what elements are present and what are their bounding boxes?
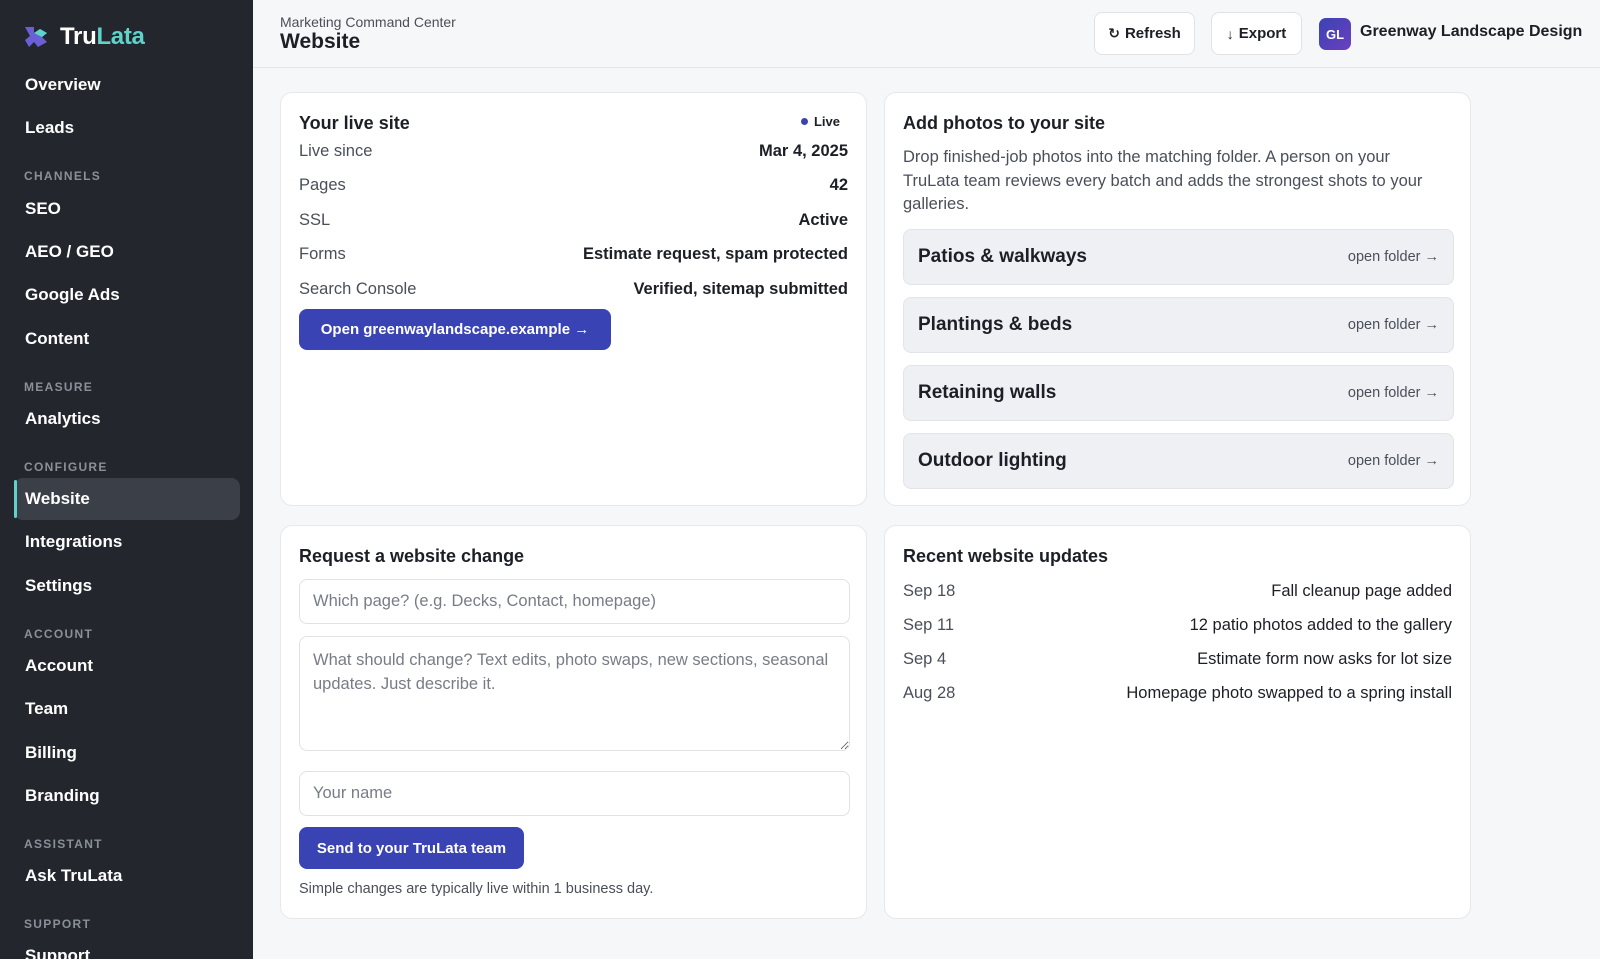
folder-name: Retaining walls (918, 382, 1057, 403)
request-change-card: Request a website change Send to your Tr… (280, 525, 867, 919)
pages-value: 42 (829, 175, 848, 194)
folder-retaining-walls[interactable]: Retaining walls open folder → (903, 365, 1454, 421)
update-text: Fall cleanup page added (1271, 581, 1452, 600)
page-input[interactable] (299, 579, 850, 624)
change-textarea[interactable] (299, 636, 850, 751)
open-folder-link[interactable]: open folder → (1348, 317, 1439, 333)
live-since-row: Live since Mar 4, 2025 (299, 139, 848, 163)
add-photos-description: Drop finished-job photos into the matchi… (903, 148, 1423, 213)
search-console-value: Verified, sitemap submitted (633, 279, 848, 298)
recent-updates-title: Recent website updates (903, 546, 1109, 566)
sidebar-section-assistant: ASSISTANT (24, 837, 103, 851)
breadcrumb: Marketing Command Center (280, 14, 456, 30)
sidebar-item-analytics[interactable]: Analytics (14, 398, 240, 440)
name-input[interactable] (299, 771, 850, 816)
sidebar-item-ask-trulata[interactable]: Ask TruLata (14, 855, 240, 897)
refresh-label: Refresh (1124, 25, 1181, 42)
sidebar-item-website[interactable]: Website (14, 478, 240, 520)
sidebar-item-integrations[interactable]: Integrations (14, 521, 240, 563)
ssl-value: Active (798, 210, 848, 229)
recent-updates-card: Recent website updates Sep 18 Fall clean… (884, 525, 1471, 919)
folder-name: Plantings & beds (918, 314, 1073, 335)
live-since-label: Live since (299, 141, 373, 160)
sidebar-item-overview[interactable]: Overview (14, 64, 240, 106)
open-folder-link[interactable]: open folder → (1348, 453, 1439, 469)
sidebar: TruLata Overview Leads CHANNELS SEO AEO … (0, 0, 253, 959)
sidebar-section-support: SUPPORT (24, 917, 92, 931)
sidebar-item-aeo-geo[interactable]: AEO / GEO (14, 231, 240, 273)
org-name[interactable]: Greenway Landscape Design (1360, 23, 1582, 41)
sidebar-item-team[interactable]: Team (14, 688, 240, 730)
list-item: Sep 11 12 patio photos added to the gall… (903, 613, 1452, 637)
live-dot-icon (800, 118, 808, 125)
ssl-label: SSL (299, 210, 331, 229)
status-badge: Live (800, 114, 840, 129)
sidebar-section-account: ACCOUNT (24, 627, 94, 641)
page-title: Website (280, 30, 361, 53)
sidebar-item-branding[interactable]: Branding (14, 775, 240, 817)
sidebar-section-measure: MEASURE (24, 380, 94, 394)
refresh-button[interactable]: ↻ Refresh (1094, 12, 1195, 55)
sidebar-item-content[interactable]: Content (14, 318, 240, 360)
avatar[interactable]: GL (1319, 18, 1351, 50)
search-console-label: Search Console (299, 279, 417, 298)
sidebar-item-account[interactable]: Account (14, 645, 240, 687)
open-folder-link[interactable]: open folder → (1348, 249, 1439, 265)
brand-name-part1: Tru (60, 23, 97, 50)
update-date: Aug 28 (903, 683, 956, 702)
list-item: Sep 4 Estimate form now asks for lot siz… (903, 647, 1452, 671)
sidebar-item-support[interactable]: Support (14, 935, 240, 959)
sidebar-section-configure: CONFIGURE (24, 460, 108, 474)
update-date: Sep 11 (903, 615, 955, 634)
pages-row: Pages 42 (299, 173, 848, 197)
refresh-icon: ↻ (1108, 25, 1120, 41)
status-badge-label: Live (813, 114, 840, 129)
pages-label: Pages (299, 175, 346, 194)
search-console-row: Search Console Verified, sitemap submitt… (299, 277, 848, 301)
update-date: Sep 18 (903, 581, 956, 600)
download-icon: ↓ (1226, 25, 1234, 42)
forms-row: Forms Estimate request, spam protected (299, 242, 848, 266)
turnaround-hint: Simple changes are typically live within… (299, 881, 654, 897)
folder-name: Outdoor lighting (918, 450, 1067, 471)
brand-name-part2: Lata (96, 23, 145, 50)
export-button[interactable]: ↓ Export (1211, 12, 1302, 55)
folder-name: Patios & walkways (918, 246, 1087, 267)
sidebar-item-seo[interactable]: SEO (14, 188, 240, 230)
update-text: Estimate form now asks for lot size (1197, 649, 1452, 668)
sidebar-item-settings[interactable]: Settings (14, 565, 240, 607)
folder-plantings-beds[interactable]: Plantings & beds open folder → (903, 297, 1454, 353)
sidebar-item-billing[interactable]: Billing (14, 732, 240, 774)
folder-patios-walkways[interactable]: Patios & walkways open folder → (903, 229, 1454, 285)
add-photos-title: Add photos to your site (903, 113, 1105, 133)
sidebar-item-google-ads[interactable]: Google Ads (14, 274, 240, 316)
update-text: Homepage photo swapped to a spring insta… (1126, 683, 1452, 702)
forms-value: Estimate request, spam protected (583, 244, 848, 263)
update-text: 12 patio photos added to the gallery (1189, 615, 1452, 634)
list-item: Sep 18 Fall cleanup page added (903, 579, 1452, 603)
logo-icon (25, 27, 47, 47)
live-site-title: Your live site (299, 113, 410, 133)
list-item: Aug 28 Homepage photo swapped to a sprin… (903, 681, 1452, 705)
update-date: Sep 4 (903, 649, 947, 668)
open-site-button[interactable]: Open greenwaylandscape.example → (299, 309, 611, 350)
sidebar-section-channels: CHANNELS (24, 169, 102, 183)
folder-outdoor-lighting[interactable]: Outdoor lighting open folder → (903, 433, 1454, 489)
forms-label: Forms (299, 244, 346, 263)
live-site-card: Your live site Live Live since Mar 4, 20… (280, 92, 867, 506)
request-change-title: Request a website change (299, 546, 525, 566)
live-since-value: Mar 4, 2025 (759, 141, 848, 160)
brand[interactable]: TruLata (0, 0, 253, 74)
sidebar-item-leads[interactable]: Leads (14, 107, 240, 149)
open-folder-link[interactable]: open folder → (1348, 385, 1439, 401)
export-label: Export (1238, 25, 1287, 42)
send-request-button[interactable]: Send to your TruLata team (299, 827, 524, 869)
add-photos-card: Add photos to your site Drop finished-jo… (884, 92, 1471, 506)
topbar: Marketing Command Center Website ↻ Refre… (253, 0, 1600, 68)
ssl-row: SSL Active (299, 208, 848, 232)
brand-name: TruLata (60, 23, 145, 51)
